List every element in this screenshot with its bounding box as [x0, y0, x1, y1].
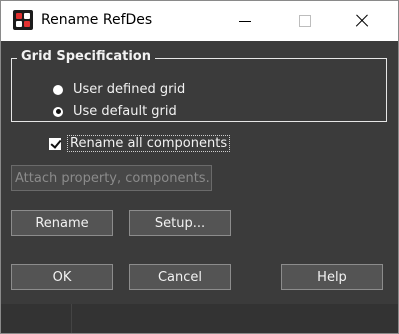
radio-user-defined-grid[interactable]: User defined grid — [53, 82, 185, 97]
cancel-button[interactable]: Cancel — [129, 264, 231, 290]
ok-button[interactable]: OK — [11, 264, 113, 290]
footer-divider — [71, 304, 72, 333]
radio-unselected-icon[interactable] — [53, 84, 63, 95]
grid-specification-legend: Grid Specification — [17, 49, 155, 64]
title-bar[interactable]: Rename RefDes — [1, 1, 398, 41]
rename-all-components-checkbox[interactable]: Rename all components — [49, 135, 231, 152]
app-logo-icon — [13, 10, 33, 30]
dialog-footer — [1, 304, 398, 333]
rename-refdes-dialog: Rename RefDes Grid Specification User de… — [0, 0, 399, 334]
attach-property-button: Attach property, components... — [11, 165, 212, 191]
minimize-icon — [239, 20, 251, 22]
rename-button[interactable]: Rename — [11, 210, 113, 236]
checkbox-checked-icon[interactable] — [49, 137, 61, 150]
close-button[interactable] — [339, 1, 385, 41]
radio-use-default-grid[interactable]: Use default grid — [53, 104, 177, 119]
maximize-icon — [299, 15, 311, 27]
checkbox-label[interactable]: Rename all components — [67, 135, 231, 152]
radio-label[interactable]: Use default grid — [73, 104, 177, 119]
help-button[interactable]: Help — [281, 264, 383, 290]
radio-selected-icon[interactable] — [53, 106, 63, 117]
window-title: Rename RefDes — [41, 12, 153, 28]
setup-button[interactable]: Setup... — [129, 210, 231, 236]
minimize-button[interactable] — [222, 1, 268, 41]
radio-label[interactable]: User defined grid — [73, 82, 185, 97]
close-icon — [355, 14, 369, 28]
maximize-button[interactable] — [282, 1, 328, 41]
